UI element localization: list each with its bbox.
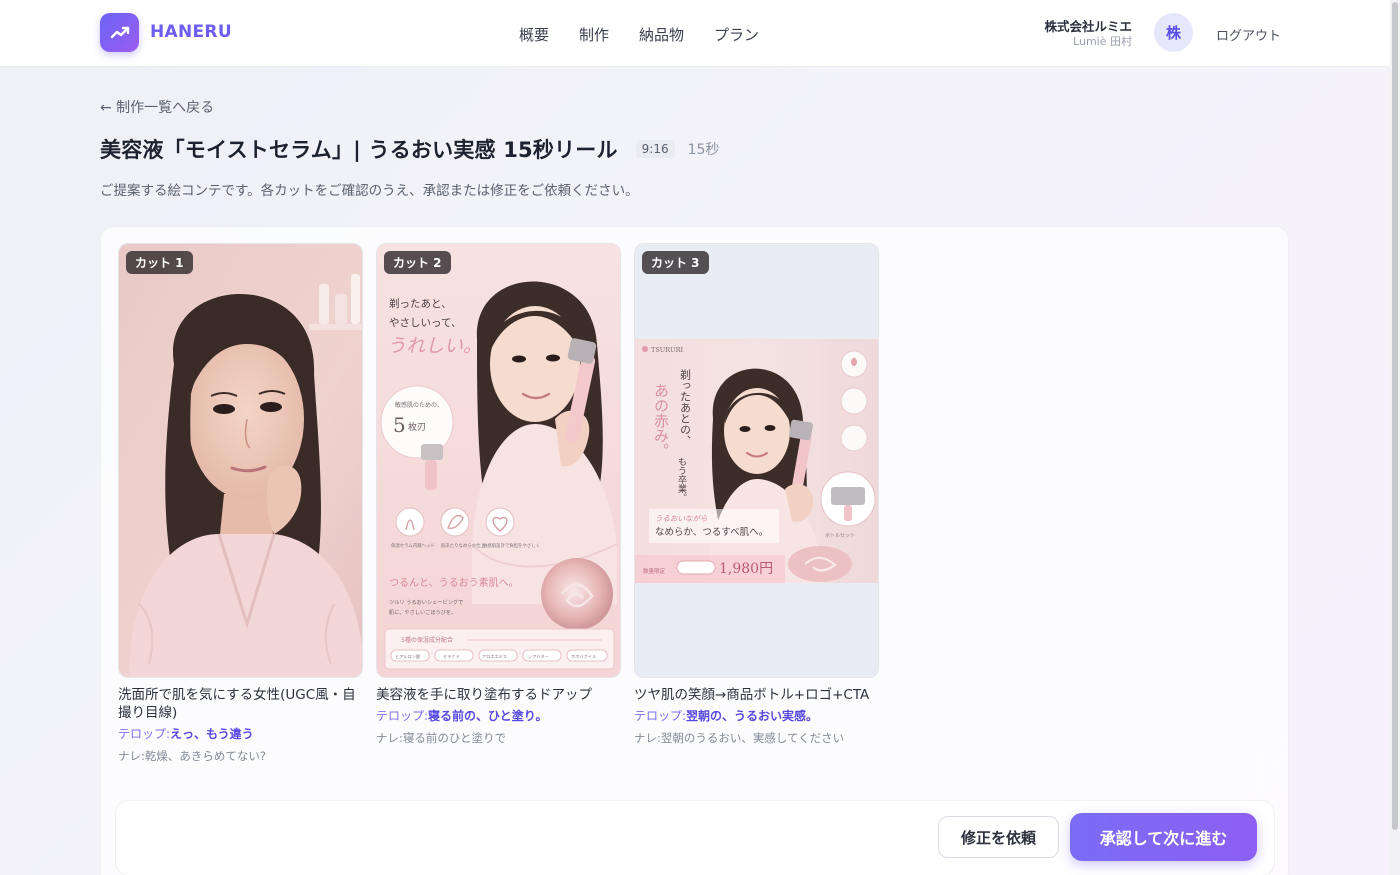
storyboard-cut-3[interactable]: カット 3 TSURURI 剃ったあとの、 あの赤み。 もう卒業。 ボトルセット… bbox=[634, 243, 879, 746]
razor-ad-image: 剃ったあと、 やさしいって、 うれしい。 敏感肌のための、 5 枚刃 保湿セラム… bbox=[377, 244, 620, 677]
logo-text[interactable]: HANERU bbox=[150, 22, 232, 42]
cut-2-image[interactable]: カット 2 剃ったあと、 やさしいって、 うれしい。 敏感肌のための、 5 枚刃… bbox=[376, 243, 621, 678]
aspect-ratio-badge: 9:16 bbox=[635, 140, 675, 158]
page-title: 美容液「モイストセラム」| うるおい実感 15秒リール bbox=[100, 138, 618, 162]
vertical-copy-3: もう卒業。 bbox=[676, 457, 687, 502]
tagline: つるんと、うるおう素肌へ。 bbox=[389, 576, 519, 589]
cut-badge: カット 1 bbox=[126, 251, 193, 274]
feature-2: 肌あたりなめらか仕上 bbox=[441, 542, 486, 549]
cut-description: ツヤ肌の笑顔→商品ボトル+ロゴ+CTA bbox=[634, 687, 870, 703]
telop-text: 寝る前の、ひと塗り。 bbox=[428, 709, 548, 723]
feature-1: 保湿セラム内蔵ヘッド bbox=[391, 542, 435, 549]
cut-3-image[interactable]: カット 3 TSURURI 剃ったあとの、 あの赤み。 もう卒業。 ボトルセット… bbox=[634, 243, 879, 678]
circle-unit-text: 枚刃 bbox=[408, 421, 426, 433]
cut-narration: ナレ:乾燥、あきらめてない? bbox=[118, 749, 266, 763]
ingredient-1: ヒアルロン酸 bbox=[395, 653, 421, 660]
page-subtitle: ご提案する絵コンテです。各カットをご確認のうえ、承認または修正をご依頼ください。 bbox=[100, 183, 639, 199]
circle-small-text: 敏感肌のための、 bbox=[395, 401, 443, 409]
scrollbar-thumb[interactable] bbox=[1392, 2, 1398, 830]
avatar[interactable]: 株 bbox=[1154, 13, 1193, 52]
tagline-2: なめらか、つるすべ肌へ。 bbox=[655, 527, 768, 538]
headline-2: やさしいって、 bbox=[389, 317, 461, 329]
telop-label: テロップ: bbox=[376, 709, 429, 723]
cut-telop: テロップ:翌朝の、うるおい実感。 bbox=[634, 708, 879, 725]
top-header: HANERU 概要 制作 納品物 プラン 株式会社ルミエ Lumiè 田村 株 … bbox=[0, 0, 1390, 67]
cut-badge: カット 2 bbox=[384, 251, 451, 274]
tagline-1: うるおいながら bbox=[655, 514, 708, 523]
nav-item-deliverables[interactable]: 納品物 bbox=[639, 24, 684, 45]
page-scrollbar[interactable] bbox=[1390, 0, 1400, 875]
request-revision-button[interactable]: 修正を依頼 bbox=[938, 816, 1059, 858]
telop-label: テロップ: bbox=[118, 727, 171, 741]
logo-trend-icon[interactable] bbox=[100, 13, 139, 52]
cut-narration: ナレ:翌朝のうるおい、実感してください bbox=[634, 731, 845, 745]
feature-3: 敏感肌設計で負担をやさしく bbox=[483, 542, 540, 549]
circle-big-text: 5 bbox=[393, 413, 406, 437]
user-name: Lumiè 田村 bbox=[1073, 35, 1132, 48]
cut-1-image[interactable]: カット 1 bbox=[118, 243, 363, 678]
brand-logo-text: TSURURI bbox=[651, 346, 684, 354]
back-to-list-link[interactable]: ← 制作一覧へ戻る bbox=[100, 97, 214, 117]
cut-description: 洗面所で肌を気にする女性(UGC風・自撮り目線) bbox=[118, 687, 356, 721]
cut-telop: テロップ:えっ、もう違う bbox=[118, 726, 363, 743]
headline-1: 剃ったあと、 bbox=[389, 298, 452, 310]
vertical-copy-2: あの赤み。 bbox=[652, 383, 670, 458]
ingredient-5: ホホバオイル bbox=[571, 654, 596, 659]
telop-text: 翌朝の、うるおい実感。 bbox=[686, 709, 819, 723]
ingredients-row: ヒアルロン酸 セラミド アロエエキス シアバター ホホバオイル bbox=[390, 649, 608, 662]
cut-telop: テロップ:寝る前の、ひと塗り。 bbox=[376, 708, 621, 725]
landscape-ad-image: TSURURI 剃ったあとの、 あの赤み。 もう卒業。 ボトルセット うるおいな… bbox=[635, 339, 878, 583]
nav-item-plan[interactable]: プラン bbox=[714, 24, 759, 45]
body-line-1: ツルリ うるおいシェービングで bbox=[389, 598, 463, 606]
telop-text: えっ、もう違う bbox=[170, 727, 254, 741]
approve-next-button[interactable]: 承認して次に進む bbox=[1070, 813, 1257, 861]
trend-up-icon bbox=[110, 26, 129, 38]
cut-badge: カット 3 bbox=[642, 251, 709, 274]
nav-item-production[interactable]: 制作 bbox=[579, 24, 609, 45]
storyboard-cut-2[interactable]: カット 2 剃ったあと、 やさしいって、 うれしい。 敏感肌のための、 5 枚刃… bbox=[376, 243, 621, 746]
duration-label: 15秒 bbox=[687, 142, 720, 158]
storyboard-cut-1[interactable]: カット 1 洗面所で肌を気にする女性(UGC風・自撮り目線) テロップ:えっ、も… bbox=[118, 243, 363, 764]
company-name: 株式会社ルミエ bbox=[1044, 19, 1132, 34]
vertical-copy-1: 剃ったあとの、 bbox=[679, 369, 692, 446]
nav-item-overview[interactable]: 概要 bbox=[519, 24, 549, 45]
side-note: ボトルセット bbox=[825, 532, 855, 539]
price-prefix: 数量限定 bbox=[643, 567, 666, 575]
ingredients-title: 5種の保湿成分配合 bbox=[401, 636, 453, 644]
price: 1,980円 bbox=[719, 561, 773, 577]
telop-label: テロップ: bbox=[634, 709, 687, 723]
body-line-2: 肌に、やさしいごほうびを。 bbox=[389, 608, 456, 616]
title-row: 美容液「モイストセラム」| うるおい実感 15秒リール 9:16 15秒 bbox=[100, 134, 719, 164]
cut-description: 美容液を手に取り塗布するドアップ bbox=[376, 687, 592, 703]
ingredient-4: シアバター bbox=[528, 653, 549, 660]
headline-3: うれしい。 bbox=[387, 335, 482, 357]
main-nav: 概要 制作 納品物 プラン bbox=[519, 24, 789, 45]
bathroom-selfie-image bbox=[119, 244, 362, 677]
cut-narration: ナレ:寝る前のひと塗りで bbox=[376, 731, 507, 745]
logout-link[interactable]: ログアウト bbox=[1216, 25, 1281, 44]
account-info: 株式会社ルミエ Lumiè 田村 bbox=[1044, 19, 1132, 49]
